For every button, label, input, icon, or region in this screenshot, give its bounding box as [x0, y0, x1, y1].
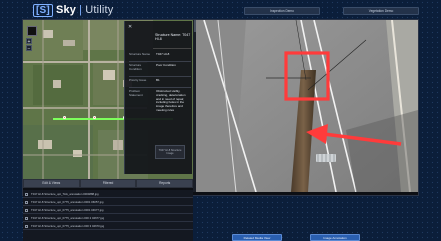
info-value: Poor Condition	[156, 63, 176, 67]
edit-views-button[interactable]: Edit & Views	[24, 180, 79, 187]
logo-product: Utility	[85, 4, 114, 16]
map-layer-icon[interactable]	[27, 26, 37, 36]
file-list-item[interactable]: T047 HI-8 Structure_opt_0775_annotation …	[23, 198, 193, 206]
filtered-button[interactable]: Filtered	[80, 180, 136, 187]
file-name: T047 HI-8 Structure_opt_0775_annotation …	[31, 208, 104, 212]
inspection-demo-button[interactable]: Inspection Demo	[244, 7, 320, 15]
divider	[129, 76, 191, 77]
logo-separator: |	[79, 4, 83, 16]
file-name: T047 HI-8 Structure_opt_TAA_annotation 0…	[31, 192, 99, 196]
checkbox[interactable]	[25, 224, 28, 228]
app-logo: [S] Sky | Utility	[33, 3, 113, 17]
insulator	[316, 154, 336, 162]
logo-mark: [S]	[33, 3, 53, 17]
vegetation-demo-button[interactable]: Vegetation Demo	[343, 7, 419, 15]
file-list-item[interactable]: T047 HI-8 Structure_opt_0775_annotation …	[23, 222, 193, 230]
info-key: Structure Name	[129, 52, 151, 56]
checkbox[interactable]	[25, 216, 28, 220]
info-value: Obstructed visibly, cracking, deteriorat…	[156, 89, 186, 112]
close-icon[interactable]: ✕	[128, 24, 132, 30]
file-list-item[interactable]: T047 HI-8 Structure_opt_TAA_annotation 0…	[23, 190, 193, 198]
info-key: Priority Issue	[129, 78, 147, 82]
divider	[129, 61, 191, 62]
divider	[129, 87, 191, 88]
file-list: T047 HI-8 Structure_opt_TAA_annotation 0…	[23, 190, 193, 241]
info-value: T047 HI-8	[156, 52, 170, 56]
info-key: Problem Statement	[129, 89, 143, 97]
top-bar: [S] Sky | Utility Inspection Demo Vegeta…	[0, 0, 441, 20]
info-tabs[interactable]	[153, 45, 191, 49]
structure-pin[interactable]	[63, 116, 66, 119]
checkbox[interactable]	[25, 208, 28, 212]
map-toolbar: Edit & Views Filtered Reports	[23, 179, 193, 188]
structure-pin[interactable]	[93, 116, 96, 119]
checkbox[interactable]	[25, 200, 28, 204]
zoom-out-icon[interactable]: −	[26, 45, 32, 52]
file-name: T047 HI-8 Structure_opt_0775_annotation …	[31, 216, 105, 220]
structure-info-panel: ✕ Structure Name: T047 HI-8 Structure Na…	[124, 21, 192, 174]
structure-image-thumbnail[interactable]: T047 HI-8 Structure Image	[155, 145, 185, 159]
inspection-photo[interactable]	[196, 20, 418, 192]
image-annotation-button[interactable]: Image Annotation	[310, 234, 360, 241]
related-media-view-button[interactable]: Related Media View	[232, 234, 282, 241]
pole-image	[196, 20, 418, 192]
zoom-in-icon[interactable]: +	[26, 38, 32, 45]
info-value: B1	[156, 78, 160, 82]
file-name: T047 HI-8 Structure_opt_0775_annotation …	[31, 224, 105, 228]
logo-brand: Sky	[55, 4, 77, 16]
reports-button[interactable]: Reports	[137, 180, 193, 187]
checkbox[interactable]	[25, 192, 28, 196]
structure-title: Structure Name: T047 HI-8	[155, 33, 191, 42]
file-list-item[interactable]: T047 HI-8 Structure_opt_0775_annotation …	[23, 206, 193, 214]
file-name: T047 HI-8 Structure_opt_0775_annotation …	[31, 200, 104, 204]
file-list-item[interactable]: T047 HI-8 Structure_opt_0775_annotation …	[23, 214, 193, 222]
info-key: Structure Condition	[129, 63, 142, 71]
